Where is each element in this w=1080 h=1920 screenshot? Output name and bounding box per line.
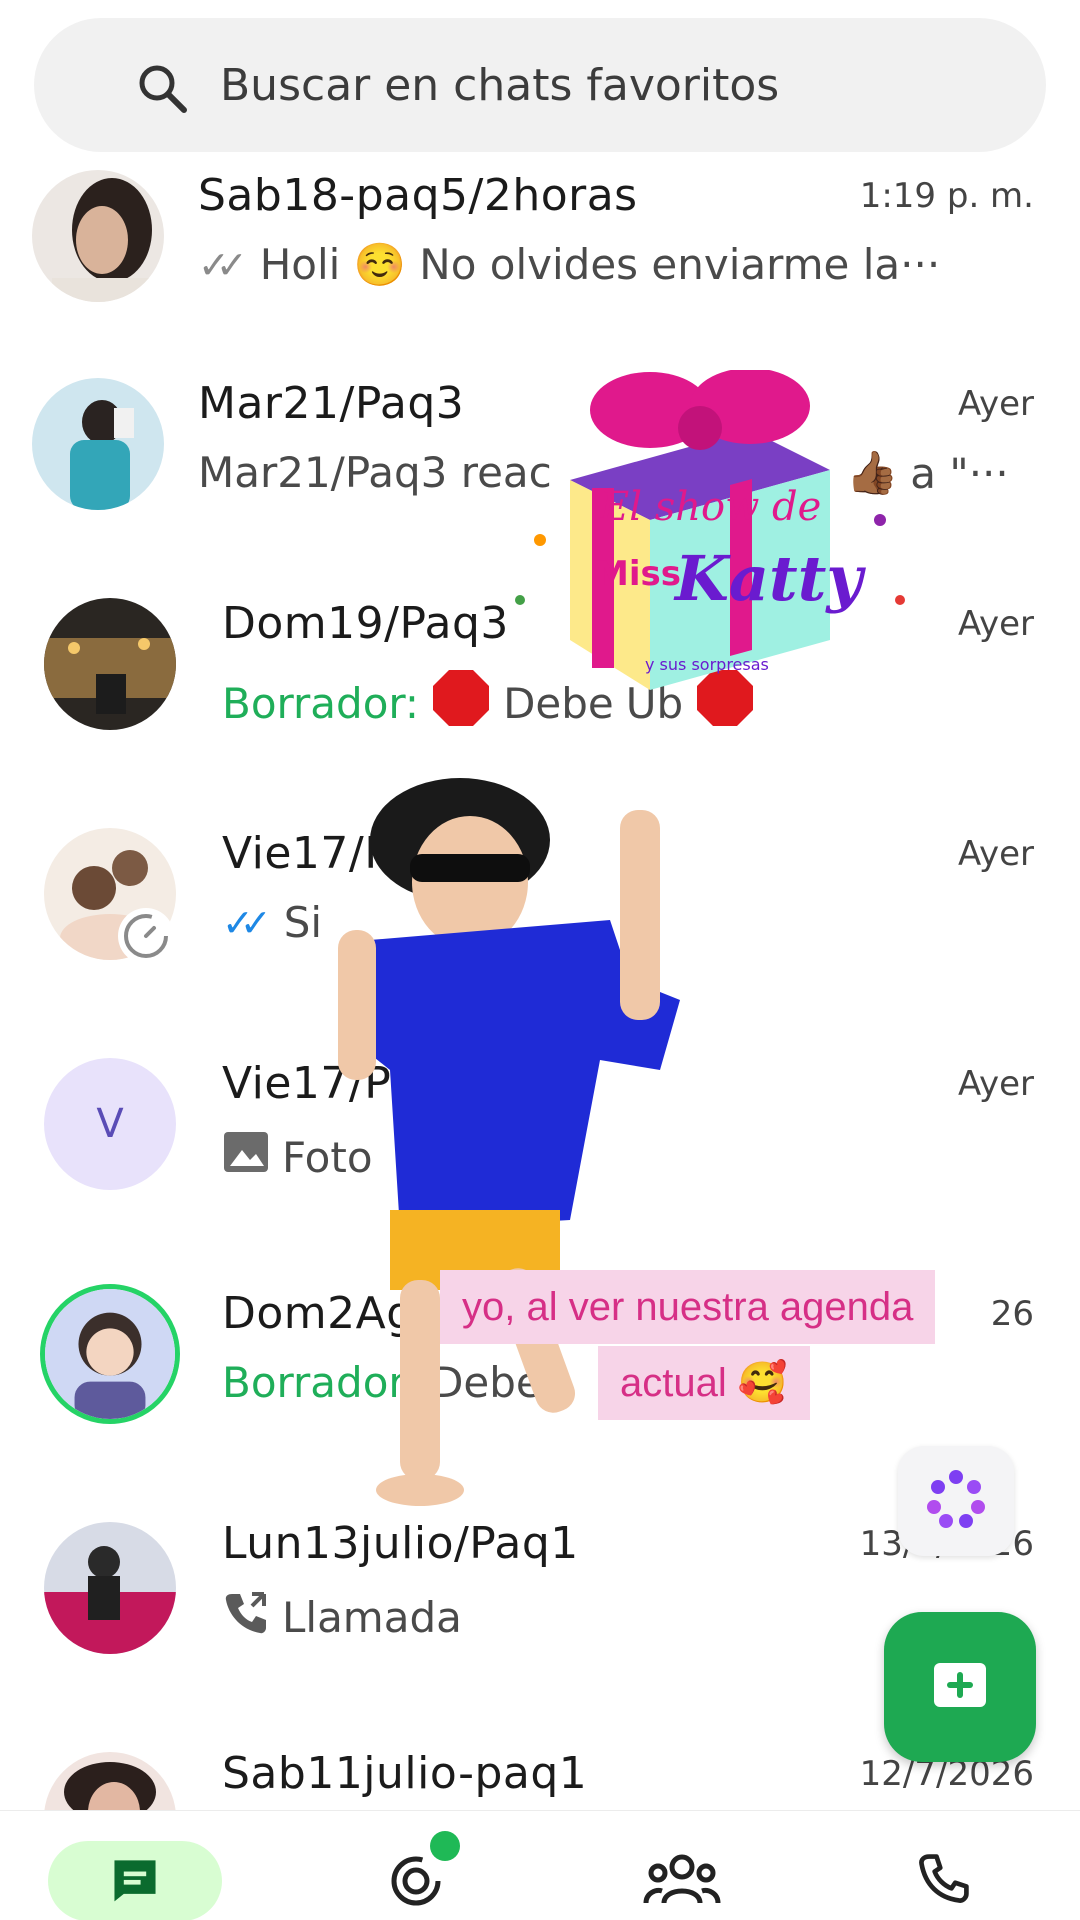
preview-text: Llamada xyxy=(282,1592,462,1642)
chat-preview: Mar21/Paq3 reac xyxy=(198,448,552,497)
bottom-navigation xyxy=(0,1810,1080,1920)
avatar xyxy=(44,598,176,730)
read-ticks-icon: ✓✓ xyxy=(222,900,272,945)
gift-katty-text: Katty xyxy=(673,542,866,615)
chat-time: 1:19 p. m. xyxy=(859,176,1034,216)
status-timer-icon xyxy=(118,908,174,964)
chats-icon xyxy=(107,1851,163,1911)
stop-icon xyxy=(431,668,491,738)
nav-communities[interactable] xyxy=(632,1841,732,1920)
nav-calls[interactable] xyxy=(894,1841,994,1920)
meta-ai-button[interactable] xyxy=(898,1446,1014,1556)
avatar xyxy=(44,1752,176,1810)
nav-updates[interactable] xyxy=(366,1831,466,1920)
avatar xyxy=(40,1284,180,1424)
avatar xyxy=(32,378,164,510)
gift-subtitle-text: y sus sorpresas xyxy=(645,655,769,674)
avatar-letter: V xyxy=(96,1101,124,1147)
chat-name: Dom19/Paq3 xyxy=(222,598,509,649)
chat-preview: ✓✓ Si xyxy=(222,898,322,947)
calls-icon xyxy=(916,1851,972,1911)
avatar: V xyxy=(44,1058,176,1190)
gift-box-sticker: El show de Miss Katty y sus sorpresas xyxy=(500,368,940,710)
meta-ai-icon xyxy=(924,1467,988,1535)
chat-time: 26 xyxy=(990,1294,1034,1334)
chat-name: Sab11julio-paq1 xyxy=(222,1748,588,1799)
preview-text: Holi ☺️ No olvides enviarme la··· xyxy=(259,240,941,289)
overlay-caption-line-2: actual 🥰 xyxy=(598,1346,810,1420)
updates-badge xyxy=(430,1831,460,1861)
chat-time: Ayer xyxy=(958,834,1034,874)
search-icon xyxy=(134,60,190,116)
chat-name: Sab18-paq5/2horas xyxy=(198,170,638,221)
missed-call-icon xyxy=(222,1588,270,1646)
chat-time: Ayer xyxy=(958,384,1034,424)
chat-name: Mar21/Paq3 xyxy=(198,378,465,429)
draft-label: Borrador: xyxy=(222,678,420,728)
new-chat-icon xyxy=(930,1655,990,1719)
photo-icon xyxy=(222,1128,270,1186)
chat-row[interactable]: Sab18-paq5/2horas 1:19 p. m. ✓✓ Holi ☺️ … xyxy=(0,170,1080,330)
overlay-caption-line-1: yo, al ver nuestra agenda xyxy=(440,1270,936,1344)
communities-icon xyxy=(642,1849,722,1913)
chat-time: Ayer xyxy=(958,1064,1034,1104)
preview-text: Mar21/Paq3 reac xyxy=(198,448,552,497)
dancing-kid-sticker xyxy=(330,770,750,1550)
chat-time: Ayer xyxy=(958,604,1034,644)
avatar xyxy=(32,170,164,302)
gift-miss-text: Miss xyxy=(595,554,681,594)
nav-chats[interactable] xyxy=(48,1841,222,1920)
search-bar[interactable] xyxy=(34,18,1046,152)
read-ticks-icon: ✓✓ xyxy=(198,243,248,287)
gift-title-text: El show de xyxy=(599,484,821,530)
avatar xyxy=(44,1522,176,1654)
search-input[interactable] xyxy=(220,48,980,122)
preview-text: Si xyxy=(283,898,323,947)
chat-preview: ✓✓ Holi ☺️ No olvides enviarme la··· xyxy=(198,240,940,290)
new-chat-button[interactable] xyxy=(884,1612,1036,1762)
chat-preview: Llamada xyxy=(222,1588,462,1646)
